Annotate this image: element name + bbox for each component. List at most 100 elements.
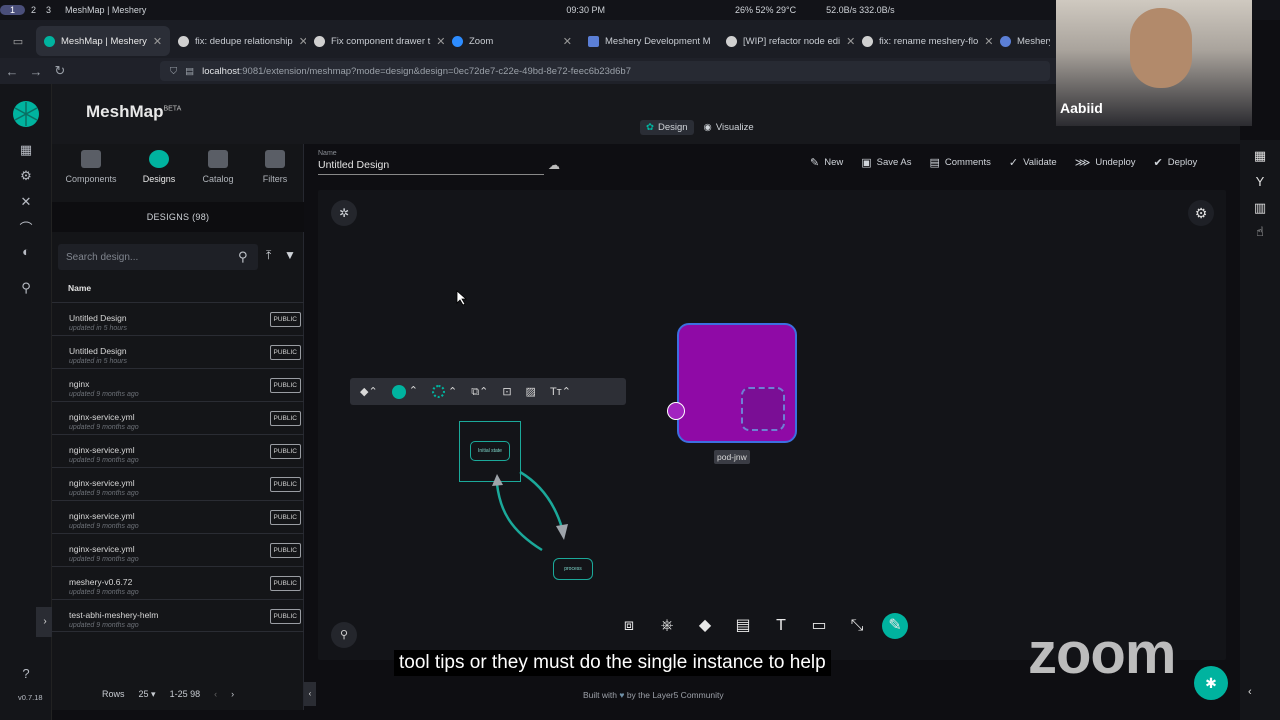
resize-icon[interactable]: ⊡ (502, 385, 511, 398)
tab-components[interactable]: Components (60, 150, 122, 184)
list-item[interactable]: nginx-service.yml updated 9 months ago PUB… (52, 500, 304, 533)
tab-label: Meshery Development M (605, 35, 711, 47)
tab-catalog[interactable]: Catalog (187, 150, 249, 184)
pointer-icon[interactable]: ☝ (1240, 224, 1280, 240)
tab-github-2[interactable]: Fix component drawer t ✕ (306, 26, 444, 56)
list-item[interactable]: Untitled Design updated in 5 hours PUBLIC (52, 335, 304, 368)
process-node[interactable]: process (553, 558, 593, 580)
initial-state-node[interactable]: Initial state (470, 441, 510, 461)
list-item[interactable]: meshery-v0.6.72 updated 9 months ago PUBLI… (52, 566, 304, 599)
validate-button[interactable]: ✓ Validate (1009, 156, 1057, 169)
shape-icon[interactable]: ◆⌃ (360, 385, 378, 398)
tab-github-3[interactable]: [WIP] refactor node edi ✕ (718, 26, 854, 56)
copy-icon[interactable]: ⧉⌃ (471, 385, 488, 399)
design-mode-button[interactable]: ✿ Design (640, 120, 694, 135)
tab-github-4[interactable]: fix: rename meshery-flo ✕ (854, 26, 992, 56)
text-icon[interactable]: T (768, 613, 794, 639)
next-page-icon[interactable]: › (231, 689, 234, 700)
search-icon[interactable]: ⚲ (238, 249, 248, 265)
visualize-mode-button[interactable]: ◉ Visualize (698, 120, 760, 135)
fill-color-icon[interactable]: ⌃ (391, 384, 418, 399)
image-icon[interactable]: ▨ (526, 385, 536, 398)
tab-label: Zoom (469, 35, 494, 47)
flow-edges[interactable] (480, 470, 580, 560)
list-item[interactable]: nginx updated 9 months ago PUBLIC (52, 368, 304, 401)
collapse-panel-button[interactable]: ‹ (304, 682, 316, 706)
lifecycle-icon[interactable]: ⚙ (0, 168, 52, 184)
dashboard-icon[interactable]: ▦ (0, 142, 52, 158)
pod-container-drop[interactable] (741, 387, 785, 431)
workspace-1[interactable]: 1 (0, 5, 26, 15)
close-icon[interactable]: ✕ (299, 35, 306, 48)
layers-icon[interactable]: ✲ (331, 200, 357, 226)
list-item[interactable]: nginx-service.yml updated 9 months ago PUB… (52, 533, 304, 566)
list-item[interactable]: test-abhi-meshery-helm updated 9 months a… (52, 599, 304, 632)
public-badge: PUBLIC (269, 609, 301, 624)
kubernetes-icon[interactable]: ⎈ (654, 613, 680, 639)
prev-page-icon[interactable]: ‹ (214, 689, 217, 700)
grid-icon[interactable]: ▦ (1240, 148, 1280, 164)
location-icon[interactable]: ⚲ (0, 280, 52, 296)
pod-badge-icon[interactable] (667, 402, 685, 420)
public-badge: PUBLIC (269, 378, 301, 393)
public-badge: PUBLIC (269, 345, 301, 360)
bug-report-icon[interactable]: ✱ (1194, 666, 1228, 700)
section-icon[interactable]: ▭ (806, 613, 832, 639)
gear-icon[interactable]: ⚙ (1188, 200, 1214, 226)
chart-icon[interactable]: ▥ (1240, 200, 1280, 216)
save-as-button[interactable]: ▣ Save As (861, 156, 911, 169)
tab-meshery-dev[interactable]: Meshery Development M ✕ (580, 26, 718, 56)
tab-zoom[interactable]: Zoom ✕ (444, 26, 580, 56)
cloud-sync-icon: ☁ (548, 158, 560, 172)
help-icon[interactable]: ? (0, 666, 52, 681)
tab-designs[interactable]: Designs (128, 150, 190, 204)
tab-meshmap[interactable]: MeshMap | Meshery ✕ (36, 26, 170, 56)
tab-meshery-playing[interactable]: Meshery (992, 26, 1050, 56)
meshery-logo-icon[interactable] (0, 100, 52, 131)
mouse-cursor-icon (456, 290, 468, 306)
reload-icon[interactable]: ↻ (48, 63, 72, 79)
list-item[interactable]: nginx-service.yml updated 9 months ago PUB… (52, 467, 304, 500)
undeploy-button[interactable]: ⋙ Undeploy (1075, 156, 1136, 169)
search-design-input[interactable]: Search design... (58, 244, 258, 270)
list-item[interactable]: nginx-service.yml updated 9 months ago PUB… (52, 434, 304, 467)
address-field[interactable]: ⛉ ▤ localhost:9081/extension/meshmap?mod… (160, 61, 1050, 81)
rows-per-page-select[interactable]: 25 ▾ (139, 689, 156, 700)
column-header-name[interactable]: Name (68, 283, 91, 293)
back-icon[interactable]: ← (0, 64, 24, 79)
tab-github-1[interactable]: fix: dedupe relationship ✕ (170, 26, 306, 56)
workspace-2[interactable]: 2 (27, 5, 40, 15)
close-icon[interactable]: ✕ (436, 35, 444, 48)
shapes-icon[interactable]: ◆ (692, 613, 718, 639)
double-check-icon: ✔ (1153, 157, 1163, 169)
tools-icon[interactable]: ✕ (0, 194, 52, 210)
performance-icon[interactable]: ⌒ (0, 218, 52, 237)
filter-icon[interactable]: ▼ (284, 248, 296, 262)
filter-y-icon[interactable]: Y (1240, 174, 1280, 189)
close-icon[interactable]: ✕ (984, 35, 992, 48)
components-icon[interactable]: ⧈ (616, 613, 642, 639)
extensions-icon[interactable]: ◐ (0, 244, 52, 259)
design-name-field[interactable]: Name Untitled Design (318, 150, 544, 175)
deploy-button[interactable]: ✔ Deploy (1154, 156, 1198, 169)
whiteboard-icon[interactable]: ✎ (882, 613, 908, 639)
tab-filters[interactable]: Filters (244, 150, 306, 184)
tab-overview-icon[interactable]: ▭ (0, 35, 36, 48)
workspace-3[interactable]: 3 (42, 5, 55, 15)
upload-icon[interactable]: ⤒ (266, 248, 271, 263)
forward-icon[interactable]: → (24, 64, 48, 79)
comments-button[interactable]: ▤ Comments (930, 156, 991, 169)
border-icon[interactable]: ⌃ (431, 385, 457, 399)
zoom-search-icon[interactable]: ⚲ (331, 622, 357, 648)
comment-icon[interactable]: ▤ (730, 613, 756, 639)
list-item[interactable]: nginx-service.yml updated 9 months ago PUB… (52, 401, 304, 434)
collapse-right-icon[interactable]: ‹ (1248, 686, 1252, 698)
new-button[interactable]: ✎ New (810, 156, 843, 169)
text-size-icon[interactable]: Tт⌃ (550, 385, 571, 398)
list-item[interactable]: Untitled Design updated in 5 hours PUBLIC (52, 302, 304, 335)
close-icon[interactable]: ✕ (846, 35, 854, 48)
connector-icon[interactable]: ⤡ (844, 613, 870, 639)
close-icon[interactable]: ✕ (153, 35, 162, 48)
design-name-input[interactable]: Untitled Design (318, 157, 544, 175)
close-icon[interactable]: ✕ (563, 35, 572, 48)
